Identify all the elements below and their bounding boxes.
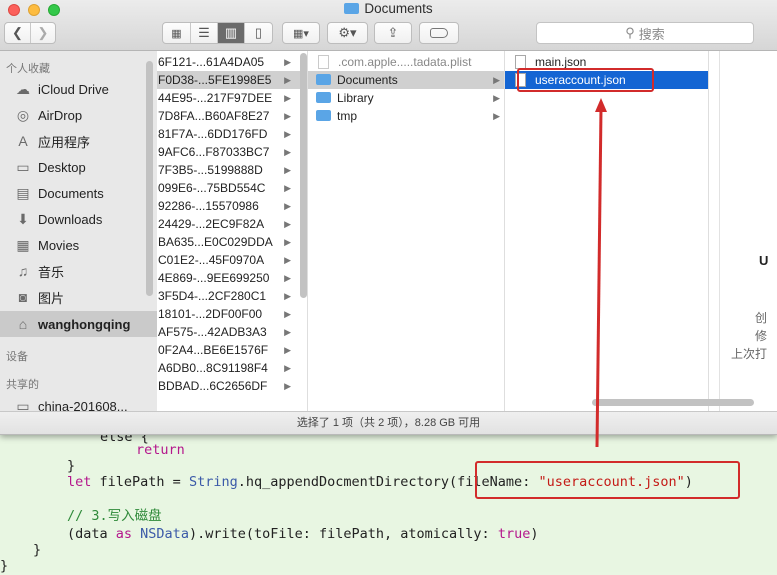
annotation-arrow-line	[595, 107, 603, 448]
annotation-arrow-head	[595, 98, 607, 112]
annotation-arrow	[595, 98, 607, 448]
